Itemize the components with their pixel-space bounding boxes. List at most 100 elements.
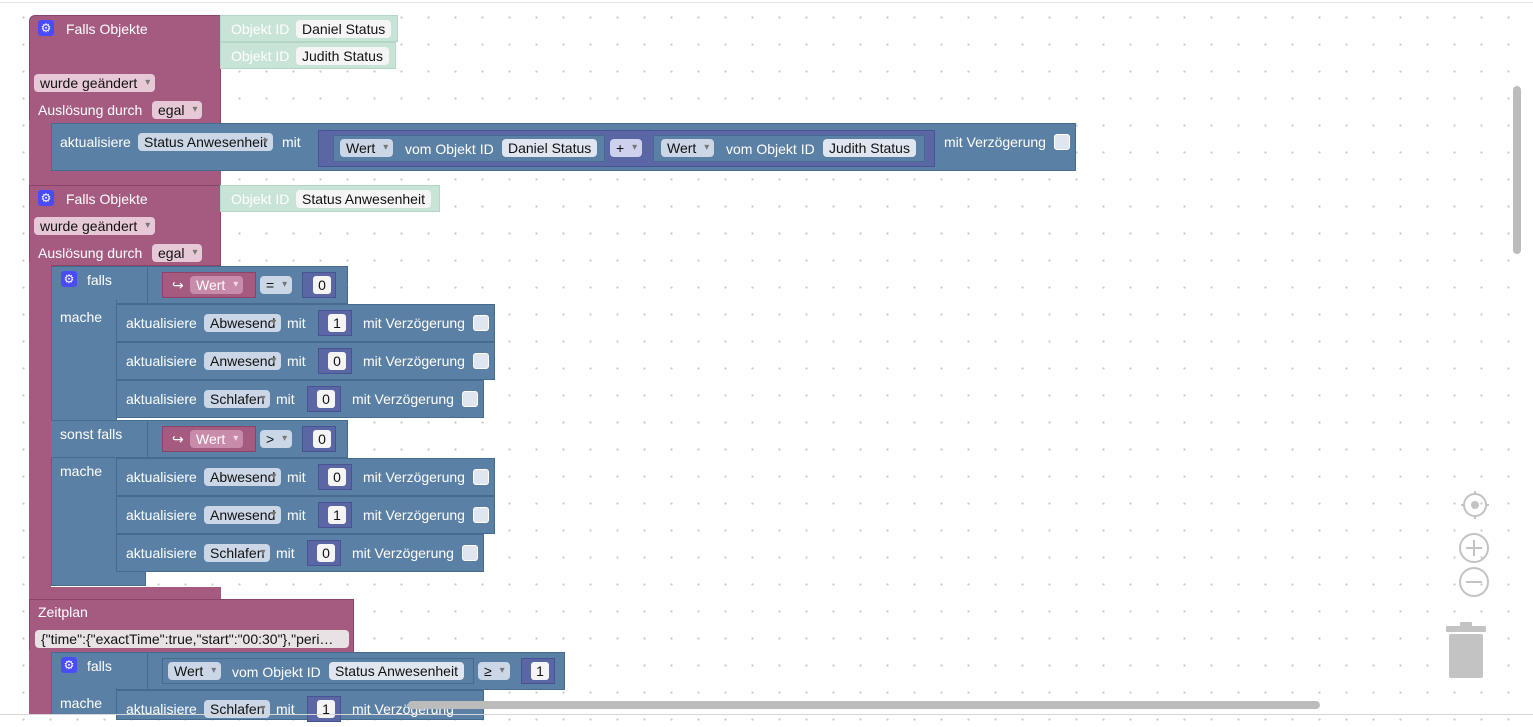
aktualisiere-label: aktualisiere xyxy=(60,134,131,150)
delay-checkbox[interactable] xyxy=(462,391,478,407)
number-field[interactable]: 1 xyxy=(328,314,346,332)
aktualisiere-label: aktualisiere xyxy=(126,469,197,485)
objekt-id-label: Objekt ID xyxy=(231,21,290,37)
mit-verzoegerung-label: mit Verzögerung xyxy=(363,353,465,369)
bottom-border xyxy=(0,714,1533,715)
target-object-dropdown[interactable]: Schlafen xyxy=(204,390,271,408)
mit-label: mit xyxy=(287,507,306,523)
target-object-dropdown[interactable]: Abwesend xyxy=(204,314,282,332)
aktualisiere-label: aktualisiere xyxy=(126,507,197,523)
change-type-dropdown[interactable]: wurde geändert xyxy=(34,74,156,92)
number-field[interactable]: 0 xyxy=(328,352,346,370)
horizontal-scrollbar[interactable] xyxy=(408,701,1320,709)
gear-icon[interactable]: ⚙ xyxy=(38,20,54,36)
trigger-block-2-spine xyxy=(29,262,51,592)
objekt-id-label: Objekt ID xyxy=(231,48,290,64)
gear-icon[interactable]: ⚙ xyxy=(61,271,77,287)
delay-checkbox[interactable] xyxy=(1054,134,1070,150)
trigger-source-dropdown[interactable]: egal xyxy=(152,101,203,119)
number-field[interactable]: 0 xyxy=(328,468,346,486)
delay-checkbox[interactable] xyxy=(473,315,489,331)
falls-label: falls xyxy=(87,658,112,674)
falls-objekte-label: Falls Objekte xyxy=(66,191,148,207)
delay-checkbox[interactable] xyxy=(473,353,489,369)
operator-dropdown[interactable]: + xyxy=(610,139,643,157)
object-id-field[interactable]: Status Anwesenheit xyxy=(296,190,431,208)
delay-checkbox[interactable] xyxy=(462,545,478,561)
schedule-field[interactable]: {"time":{"exactTime":true,"start":"00:30… xyxy=(35,630,349,648)
mache-label: mache xyxy=(60,463,103,479)
mit-label: mit xyxy=(282,134,301,150)
mit-verzoegerung-label: mit Verzögerung xyxy=(352,545,454,561)
compare-operator-dropdown[interactable]: > xyxy=(260,430,293,448)
number-field[interactable]: 0 xyxy=(313,276,331,294)
trash-icon[interactable] xyxy=(1444,622,1488,680)
return-arrow-icon: ↪ xyxy=(172,431,184,447)
compare-operator-dropdown[interactable]: = xyxy=(260,276,293,294)
trigger-block-1-spine xyxy=(29,120,51,172)
vom-objekt-id-label: vom Objekt ID xyxy=(726,141,815,157)
objekt-id-label: Objekt ID xyxy=(231,191,290,207)
mache-label: mache xyxy=(60,309,103,325)
number-field[interactable]: 0 xyxy=(317,544,335,562)
mit-verzoegerung-label: mit Verzögerung xyxy=(944,134,1046,150)
mit-label: mit xyxy=(287,315,306,331)
delay-checkbox[interactable] xyxy=(473,507,489,523)
number-field[interactable]: 0 xyxy=(313,430,331,448)
aktualisiere-label: aktualisiere xyxy=(126,545,197,561)
object-id-field[interactable]: Judith Status xyxy=(296,47,389,65)
aktualisiere-label: aktualisiere xyxy=(126,353,197,369)
return-arrow-icon: ↪ xyxy=(172,277,184,293)
top-border xyxy=(0,2,1533,3)
aktualisiere-label: aktualisiere xyxy=(126,701,197,717)
number-field[interactable]: 1 xyxy=(328,506,346,524)
vertical-scrollbar[interactable] xyxy=(1513,86,1521,254)
target-object-dropdown[interactable]: Anwesend xyxy=(204,352,282,370)
mit-label: mit xyxy=(276,701,295,717)
object-id-field[interactable]: Daniel Status xyxy=(502,139,598,157)
zeitplan-label: Zeitplan xyxy=(38,604,88,620)
target-object-dropdown[interactable]: Schlafen xyxy=(204,700,271,718)
ausloesung-label: Auslösung durch xyxy=(38,245,143,261)
gear-icon[interactable]: ⚙ xyxy=(38,190,54,206)
mit-verzoegerung-label: mit Verzögerung xyxy=(363,469,465,485)
object-id-field[interactable]: Judith Status xyxy=(823,139,916,157)
recenter-icon[interactable] xyxy=(1460,490,1490,520)
schedule-block-spine xyxy=(29,650,51,714)
variable-dropdown[interactable]: Wert xyxy=(190,430,244,448)
value-property-dropdown[interactable]: Wert xyxy=(340,139,394,157)
target-object-dropdown[interactable]: Abwesend xyxy=(204,468,282,486)
value-property-dropdown[interactable]: Wert xyxy=(168,662,222,680)
change-type-dropdown[interactable]: wurde geändert xyxy=(34,217,156,235)
delay-checkbox[interactable] xyxy=(473,469,489,485)
number-field[interactable]: 0 xyxy=(317,390,335,408)
mit-label: mit xyxy=(287,469,306,485)
number-field[interactable]: 1 xyxy=(531,662,549,680)
number-field[interactable]: 1 xyxy=(317,700,335,718)
vom-objekt-id-label: vom Objekt ID xyxy=(232,664,321,680)
target-object-dropdown[interactable]: Schlafen xyxy=(204,544,271,562)
blockly-workspace[interactable]: ⚙ Falls Objekte Objekt ID Daniel Status … xyxy=(0,0,1533,727)
value-property-dropdown[interactable]: Wert xyxy=(661,139,715,157)
target-object-dropdown[interactable]: Status Anwesenheit xyxy=(138,133,273,151)
variable-dropdown[interactable]: Wert xyxy=(190,276,244,294)
vom-objekt-id-label: vom Objekt ID xyxy=(405,141,494,157)
mache-label: mache xyxy=(60,695,103,711)
aktualisiere-label: aktualisiere xyxy=(126,391,197,407)
gear-icon[interactable]: ⚙ xyxy=(61,657,77,673)
if-block-bottom xyxy=(51,572,146,586)
target-object-dropdown[interactable]: Anwesend xyxy=(204,506,282,524)
falls-label: falls xyxy=(87,272,112,288)
trigger-source-dropdown[interactable]: egal xyxy=(152,244,203,262)
mit-verzoegerung-label: mit Verzögerung xyxy=(363,315,465,331)
object-id-field[interactable]: Status Anwesenheit xyxy=(329,662,464,680)
zoom-in-icon[interactable] xyxy=(1458,532,1490,564)
mit-label: mit xyxy=(276,391,295,407)
aktualisiere-label: aktualisiere xyxy=(126,315,197,331)
sonst-falls-label: sonst falls xyxy=(60,426,123,442)
ausloesung-label: Auslösung durch xyxy=(38,102,143,118)
object-id-field[interactable]: Daniel Status xyxy=(296,20,392,38)
compare-operator-dropdown[interactable]: ≥ xyxy=(478,662,510,680)
zoom-out-icon[interactable] xyxy=(1458,566,1490,598)
falls-objekte-label: Falls Objekte xyxy=(66,21,148,37)
